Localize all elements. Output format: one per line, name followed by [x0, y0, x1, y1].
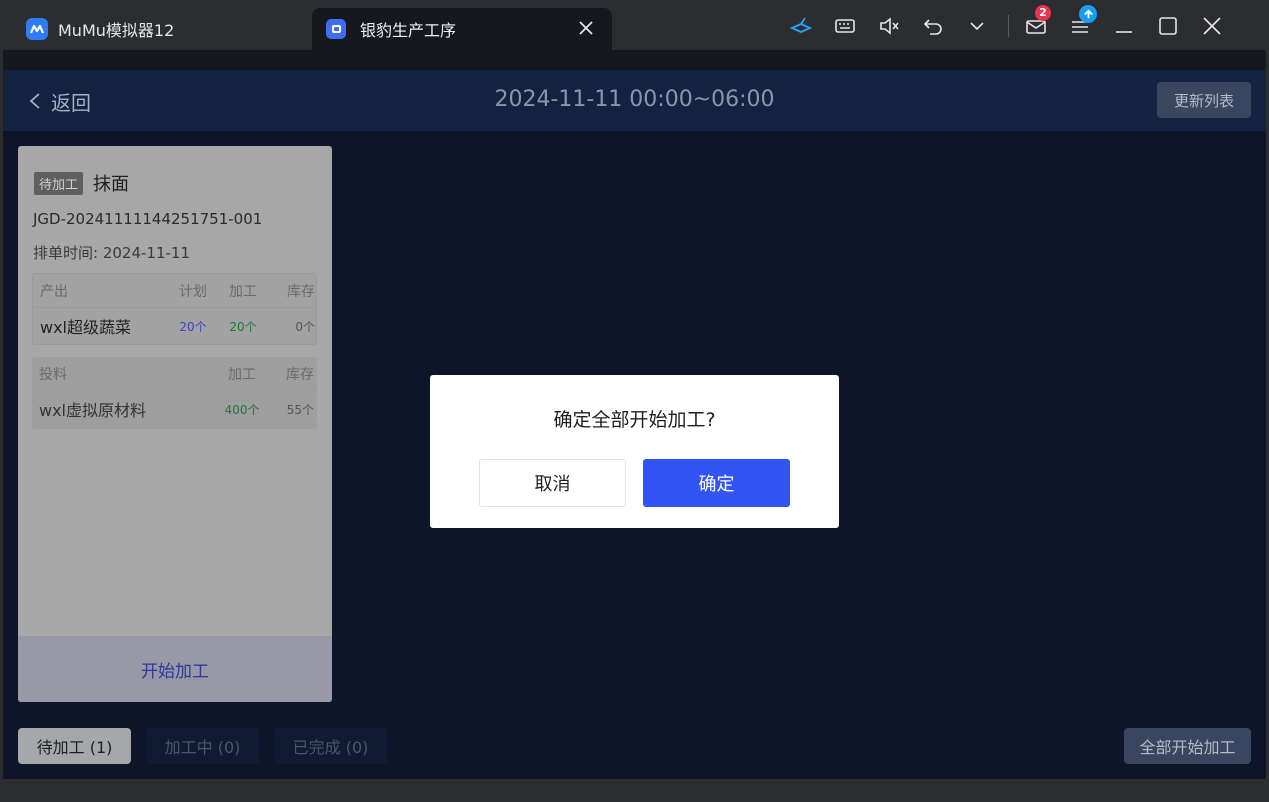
output-header-processed: 加工 [229, 283, 257, 300]
emulator-app-tab[interactable]: MuMu模拟器12 [0, 8, 310, 50]
input-processed-qty: 400个 [224, 402, 260, 417]
emulator-toolbar: 2 [786, 5, 1241, 42]
process-name: 抹面 [93, 174, 130, 195]
table-row: wxl虚拟原材料 400个 55个 [32, 392, 317, 426]
close-icon[interactable] [576, 18, 596, 38]
output-table: 产出 计划 加工 库存 wxl超级蔬菜 20个 20个 0个 [32, 273, 317, 345]
chevron-down-icon[interactable] [962, 11, 992, 41]
minimize-icon[interactable] [1109, 11, 1139, 41]
work-order-card[interactable]: 待加工 抹面 JGD-20241111144251751-001 排单时间: 2… [18, 146, 332, 702]
output-table-header: 产出 计划 加工 库存 [33, 274, 316, 308]
mute-icon[interactable] [874, 11, 904, 41]
output-plan-qty: 20个 [179, 319, 207, 334]
device-status-strip [3, 50, 1266, 70]
undo-icon[interactable] [918, 11, 948, 41]
page-title: 2024-11-11 00:00~06:00 [494, 87, 775, 112]
cancel-button[interactable]: 取消 [479, 459, 626, 507]
input-header-processed: 加工 [228, 366, 256, 383]
output-processed-qty: 20个 [229, 319, 257, 334]
filter-done[interactable]: 已完成 (0) [274, 728, 387, 764]
table-row: wxl超级蔬菜 20个 20个 0个 [33, 309, 316, 343]
keyboard-icon[interactable] [830, 11, 860, 41]
emulator-active-tab[interactable]: 银豹生产工序 [312, 8, 612, 50]
confirm-dialog: 确定全部开始加工? 取消 确定 [430, 375, 839, 528]
input-header-name: 投料 [39, 366, 67, 383]
schedule-time: 排单时间: 2024-11-11 [33, 244, 190, 262]
output-stock-qty: 0个 [295, 319, 315, 334]
start-all-button[interactable]: 全部开始加工 [1124, 728, 1251, 764]
app-header: 返回 2024-11-11 00:00~06:00 更新列表 [3, 70, 1266, 131]
output-header-plan: 计划 [179, 283, 207, 300]
menu-icon[interactable] [1065, 5, 1097, 41]
status-badge: 待加工 [34, 171, 84, 195]
bottom-bar: 待加工 (1) 加工中 (0) 已完成 (0) 全部开始加工 [3, 716, 1266, 779]
maximize-icon[interactable] [1153, 11, 1183, 41]
bird-icon[interactable] [786, 11, 816, 41]
active-tab-label: 银豹生产工序 [360, 21, 457, 40]
order-number: JGD-20241111144251751-001 [33, 210, 263, 228]
output-item-name: wxl超级蔬菜 [40, 318, 132, 337]
output-header-name: 产出 [40, 283, 68, 300]
card-header: 待加工 抹面 [34, 170, 129, 196]
app-tab-icon [326, 19, 346, 39]
input-item-name: wxl虚拟原材料 [39, 401, 147, 420]
input-table-header: 投料 加工 库存 [32, 357, 317, 391]
dialog-title: 确定全部开始加工? [553, 409, 716, 431]
toolbar-divider [1008, 15, 1009, 37]
mumu-logo-icon [26, 18, 48, 40]
mail-badge: 2 [1035, 5, 1051, 21]
output-header-stock: 库存 [287, 283, 315, 300]
input-table: 投料 加工 库存 wxl虚拟原材料 400个 55个 [32, 357, 317, 429]
input-header-stock: 库存 [286, 366, 314, 383]
filter-pending[interactable]: 待加工 (1) [18, 728, 131, 764]
confirm-button[interactable]: 确定 [643, 459, 790, 507]
filter-processing[interactable]: 加工中 (0) [146, 728, 259, 764]
start-process-button[interactable]: 开始加工 [18, 636, 332, 702]
emulator-app-tab-label: MuMu模拟器12 [58, 21, 175, 40]
emulator-bottom-strip [3, 779, 1266, 800]
input-stock-qty: 55个 [286, 402, 314, 417]
emulator-titlebar: MuMu模拟器12 银豹生产工序 2 [0, 0, 1269, 50]
update-arrow-icon [1079, 5, 1097, 23]
refresh-list-button[interactable]: 更新列表 [1157, 82, 1251, 118]
window-close-icon[interactable] [1197, 11, 1227, 41]
mail-icon[interactable]: 2 [1021, 5, 1051, 41]
